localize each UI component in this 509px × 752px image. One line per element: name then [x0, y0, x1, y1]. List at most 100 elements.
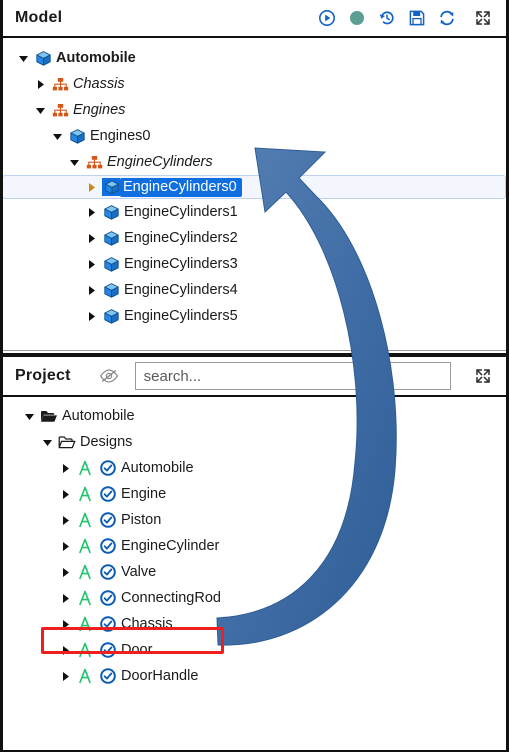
cube-icon: [102, 229, 120, 247]
tree-row-label: EngineCylinder: [121, 538, 220, 554]
chevron-right-icon[interactable]: [57, 486, 73, 502]
chevron-right-icon[interactable]: [83, 308, 99, 324]
model-tree: Automobile Chassis Engines Engines0 Engi…: [3, 38, 506, 350]
history-revert-icon[interactable]: [378, 9, 396, 27]
chevron-right-icon[interactable]: [57, 616, 73, 632]
tree-row[interactable]: Designs: [3, 429, 506, 455]
tree-row[interactable]: EngineCylinders4: [3, 277, 506, 303]
tree-row-label: Valve: [121, 564, 157, 580]
chevron-right-icon[interactable]: [57, 538, 73, 554]
check-circle-icon: [99, 485, 117, 503]
panel-divider[interactable]: [3, 350, 506, 357]
letter-a-icon: [76, 459, 94, 477]
tree-row[interactable]: Valve: [3, 559, 506, 585]
letter-a-icon: [76, 511, 94, 529]
tree-row[interactable]: EngineCylinders1: [3, 199, 506, 225]
chevron-down-icon[interactable]: [66, 154, 82, 170]
expand-icon[interactable]: [474, 9, 492, 27]
chevron-right-icon[interactable]: [57, 590, 73, 606]
hierarchy-icon: [51, 75, 69, 93]
letter-a-icon: [76, 667, 94, 685]
chevron-right-icon[interactable]: [32, 76, 48, 92]
check-circle-icon: [99, 563, 117, 581]
chevron-right-icon[interactable]: [57, 668, 73, 684]
cube-icon: [102, 203, 120, 221]
search-input[interactable]: [141, 366, 444, 386]
hierarchy-icon: [85, 153, 103, 171]
chevron-right-icon[interactable]: [83, 230, 99, 246]
check-circle-icon: [99, 641, 117, 659]
tree-row-label: EngineCylinders4: [124, 282, 238, 298]
check-circle-icon: [99, 537, 117, 555]
tree-row-label: ConnectingRod: [121, 590, 221, 606]
tree-row-selected[interactable]: EngineCylinders0: [3, 175, 506, 199]
letter-a-icon: [76, 485, 94, 503]
tree-row[interactable]: Chassis: [3, 71, 506, 97]
tree-row-label: EngineCylinders0: [120, 177, 242, 197]
tree-row[interactable]: Engines: [3, 97, 506, 123]
check-circle-icon: [99, 459, 117, 477]
folder-outline-icon: [58, 433, 76, 451]
tree-row[interactable]: EngineCylinders5: [3, 303, 506, 329]
model-toolbar: [318, 9, 492, 27]
tree-row[interactable]: Engines0: [3, 123, 506, 149]
project-tree: Automobile Designs Automobile Engine Pis…: [3, 397, 506, 749]
cube-icon: [102, 281, 120, 299]
save-icon[interactable]: [408, 9, 426, 27]
chevron-down-icon[interactable]: [39, 434, 55, 450]
chevron-right-icon[interactable]: [57, 642, 73, 658]
chevron-right-icon[interactable]: [57, 564, 73, 580]
tree-row-label: Chassis: [73, 76, 125, 92]
tree-row-label: Engines: [73, 102, 126, 118]
letter-a-icon: [76, 589, 94, 607]
model-panel-title: Model: [15, 9, 63, 26]
tree-row[interactable]: Engine: [3, 481, 506, 507]
chevron-right-icon[interactable]: [83, 204, 99, 220]
expand-icon[interactable]: [474, 367, 492, 385]
search-input-wrapper[interactable]: [134, 362, 451, 390]
cube-icon: [34, 49, 52, 67]
tree-row[interactable]: EngineCylinders: [3, 149, 506, 175]
tree-row-label: DoorHandle: [121, 668, 199, 684]
tree-row[interactable]: Automobile: [3, 455, 506, 481]
tree-row[interactable]: EngineCylinders3: [3, 251, 506, 277]
tree-row-label: Chassis: [121, 616, 173, 632]
run-icon[interactable]: [318, 9, 336, 27]
check-circle-icon: [99, 667, 117, 685]
tree-row[interactable]: Door: [3, 637, 506, 663]
refresh-icon[interactable]: [438, 9, 456, 27]
project-panel-title: Project: [15, 367, 71, 384]
status-dot-icon[interactable]: [348, 9, 366, 27]
chevron-right-icon[interactable]: [57, 512, 73, 528]
cube-icon: [68, 127, 86, 145]
tree-row[interactable]: Automobile: [3, 403, 506, 429]
eye-off-icon[interactable]: [99, 368, 119, 384]
model-panel-header: Model: [3, 0, 506, 38]
tree-row-label: Piston: [121, 512, 162, 528]
tree-row[interactable]: EngineCylinders2: [3, 225, 506, 251]
chevron-down-icon[interactable]: [32, 102, 48, 118]
tree-row-label: EngineCylinders2: [124, 230, 238, 246]
check-circle-icon: [99, 615, 117, 633]
chevron-right-icon[interactable]: [83, 256, 99, 272]
letter-a-icon: [76, 563, 94, 581]
chevron-right-icon[interactable]: [83, 282, 99, 298]
app-window: Model Automobile Chassis Engines Engines…: [0, 0, 509, 752]
tree-row[interactable]: DoorHandle: [3, 663, 506, 689]
tree-row[interactable]: Chassis: [3, 611, 506, 637]
tree-row-highlighted[interactable]: ConnectingRod: [3, 585, 506, 611]
letter-a-icon: [76, 615, 94, 633]
chevron-down-icon[interactable]: [15, 50, 31, 66]
tree-row-label: Engine: [121, 486, 167, 502]
tree-row[interactable]: Automobile: [3, 45, 506, 71]
tree-row-label: Designs: [80, 434, 133, 450]
chevron-down-icon[interactable]: [21, 408, 37, 424]
tree-row-label: EngineCylinders3: [124, 256, 238, 272]
tree-row-label: Automobile: [121, 460, 194, 476]
tree-row[interactable]: EngineCylinder: [3, 533, 506, 559]
chevron-down-icon[interactable]: [49, 128, 65, 144]
chevron-right-icon[interactable]: [57, 460, 73, 476]
cube-icon: [102, 307, 120, 325]
tree-row[interactable]: Piston: [3, 507, 506, 533]
chevron-right-icon[interactable]: [83, 179, 99, 195]
